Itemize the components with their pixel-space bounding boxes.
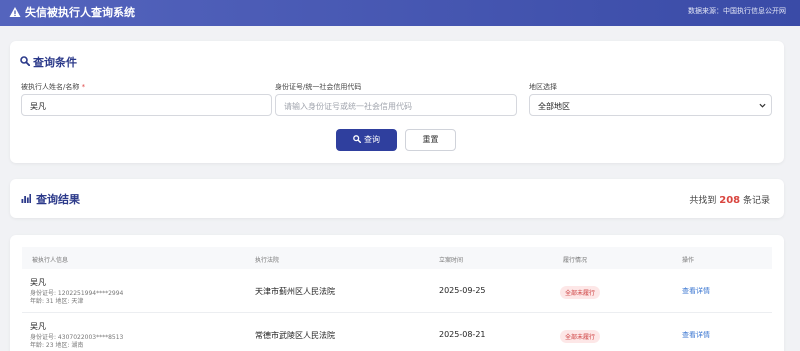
- person-name: 吴凡: [30, 322, 46, 331]
- name-field-label: 被执行人姓名/名称 *: [21, 83, 86, 91]
- court-name: 常德市武陵区人民法院: [255, 331, 335, 340]
- results-table: 被执行人信息 执行法院 立案时间 履行情况 操作 吴凡 身份证号: 120225…: [10, 235, 784, 351]
- chevron-down-icon: [759, 103, 766, 108]
- bar-chart-icon: [21, 194, 31, 203]
- status-badge: 全部未履行: [560, 286, 601, 299]
- view-details-link[interactable]: 查看详情: [682, 330, 710, 340]
- view-details-link[interactable]: 查看详情: [682, 286, 710, 296]
- status-badge: 全部未履行: [560, 330, 601, 343]
- column-header: 立案时间: [439, 257, 464, 264]
- warning-triangle-icon: [9, 7, 21, 17]
- person-age-region: 年龄: 31 地区: 天津: [30, 298, 84, 305]
- filing-date: 2025-09-25: [439, 286, 486, 295]
- person-age-region: 年龄: 23 地区: 湖南: [30, 342, 84, 349]
- id-input[interactable]: 请输入身份证号或统一社会信用代码: [275, 94, 517, 116]
- region-select[interactable]: 全部地区: [529, 94, 772, 116]
- table-row: 吴凡 身份证号: 4307022003****8513 年龄: 23 地区: 湖…: [22, 313, 772, 351]
- results-count-text: 共找到 208 条记录: [689, 195, 770, 206]
- app-title: 失信被执行人查询系统: [25, 6, 135, 19]
- column-header: 执行法院: [255, 257, 280, 264]
- name-input[interactable]: 吴凡: [21, 94, 272, 116]
- region-field-label: 地区选择: [529, 83, 557, 91]
- query-section-title: 查询条件: [33, 56, 77, 69]
- filing-date: 2025-08-21: [439, 330, 486, 339]
- table-header: 被执行人信息 执行法院 立案时间 履行情况 操作: [22, 247, 772, 269]
- search-icon: [20, 56, 30, 66]
- results-count: 208: [719, 195, 741, 206]
- top-bar: 失信被执行人查询系统 数据来源：中国执行信息公开网: [0, 0, 800, 26]
- results-header-card: 查询结果 共找到 208 条记录: [10, 179, 784, 218]
- id-field-label: 身份证号/统一社会信用代码: [275, 83, 362, 91]
- results-section-title: 查询结果: [36, 193, 80, 206]
- reset-button[interactable]: 重置: [405, 129, 456, 151]
- search-icon: [353, 135, 361, 143]
- region-selected-value: 全部地区: [538, 102, 570, 111]
- court-name: 天津市蓟州区人民法院: [255, 287, 335, 296]
- column-header: 操作: [682, 257, 695, 264]
- column-header: 履行情况: [563, 257, 588, 264]
- search-button-label: 查询: [364, 135, 380, 144]
- person-name: 吴凡: [30, 278, 46, 287]
- data-source: 数据来源：中国执行信息公开网: [688, 7, 786, 15]
- table-row: 吴凡 身份证号: 1202251994****2994 年龄: 31 地区: 天…: [22, 269, 772, 313]
- column-header: 被执行人信息: [32, 257, 69, 264]
- query-card: 查询条件 被执行人姓名/名称 * 吴凡 身份证号/统一社会信用代码 请输入身份证…: [10, 41, 784, 163]
- search-button[interactable]: 查询: [336, 129, 397, 151]
